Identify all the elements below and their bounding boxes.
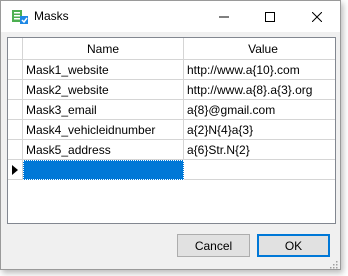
column-header-value[interactable]: Value xyxy=(184,38,335,60)
maximize-button[interactable] xyxy=(247,1,293,32)
minimize-icon xyxy=(219,16,229,17)
maximize-icon xyxy=(265,11,275,22)
header-corner[interactable] xyxy=(8,38,23,60)
row-header[interactable] xyxy=(8,60,23,80)
current-row-arrow-icon xyxy=(12,165,18,175)
row-header[interactable] xyxy=(8,140,23,160)
row-header[interactable] xyxy=(8,160,23,180)
cancel-button[interactable]: Cancel xyxy=(177,234,250,257)
row-header[interactable] xyxy=(8,120,23,140)
window-title: Masks xyxy=(34,9,69,23)
resize-grip-icon[interactable] xyxy=(328,259,338,269)
column-header-name[interactable]: Name xyxy=(23,38,184,60)
new-row[interactable] xyxy=(8,160,335,180)
app-icon xyxy=(12,10,28,24)
name-cell[interactable]: Mask5_address xyxy=(23,140,184,160)
row-header[interactable] xyxy=(8,80,23,100)
close-icon xyxy=(312,11,322,22)
name-cell[interactable]: Mask3_email xyxy=(23,100,184,120)
minimize-button[interactable] xyxy=(201,1,247,32)
grid-header: Name Value xyxy=(8,38,335,60)
table-row[interactable]: Mask2_website http://www.a{8}.a{3}.org xyxy=(8,80,335,100)
title-bar[interactable]: Masks xyxy=(1,1,340,32)
table-row[interactable]: Mask5_address a{6}Str.N{2} xyxy=(8,140,335,160)
name-cell[interactable]: Mask4_vehicleidnumber xyxy=(23,120,184,140)
name-cell[interactable]: Mask2_website xyxy=(23,80,184,100)
table-row[interactable]: Mask1_website http://www.a{10}.com xyxy=(8,60,335,80)
ok-button[interactable]: OK xyxy=(257,234,330,257)
value-cell[interactable]: http://www.a{10}.com xyxy=(184,60,335,80)
value-cell[interactable]: a{2}N{4}a{3} xyxy=(184,120,335,140)
masks-grid[interactable]: Name Value Mask1_website http://www.a{10… xyxy=(7,37,336,224)
value-cell[interactable]: a{6}Str.N{2} xyxy=(184,140,335,160)
row-header[interactable] xyxy=(8,100,23,120)
table-row[interactable]: Mask4_vehicleidnumber a{2}N{4}a{3} xyxy=(8,120,335,140)
table-row[interactable]: Mask3_email a{8}@gmail.com xyxy=(8,100,335,120)
name-cell[interactable]: Mask1_website xyxy=(23,60,184,80)
close-button[interactable] xyxy=(294,1,340,32)
value-cell[interactable]: http://www.a{8}.a{3}.org xyxy=(184,80,335,100)
new-name-cell[interactable] xyxy=(23,160,184,180)
new-value-cell[interactable] xyxy=(184,160,335,180)
masks-dialog: Masks Name Value Mask1_website http://ww… xyxy=(0,0,341,270)
value-cell[interactable]: a{8}@gmail.com xyxy=(184,100,335,120)
